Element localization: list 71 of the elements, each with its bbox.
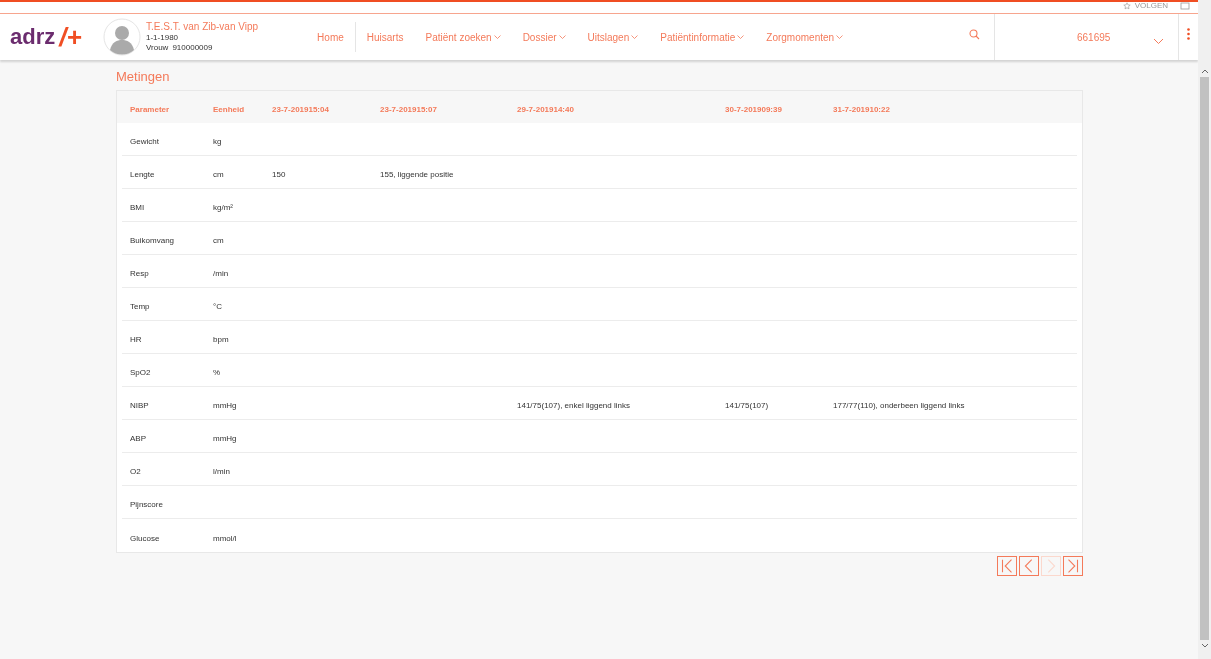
- patient-sex: Vrouw: [146, 43, 169, 54]
- follow-link[interactable]: VOLGEN: [1134, 2, 1168, 10]
- page-title: Metingen: [116, 70, 171, 83]
- nav-link[interactable]: Zorgmomenten: [755, 29, 855, 45]
- scrollbar[interactable]: [1198, 0, 1211, 659]
- logo-text: adrz: [10, 26, 56, 48]
- patient-id: 910000009: [172, 43, 213, 54]
- table-cell: 155, liggende positie: [380, 170, 454, 179]
- nav-link[interactable]: Home: [306, 29, 355, 45]
- table-cell: kg/m²: [213, 203, 233, 212]
- table-cell: ABP: [130, 434, 146, 443]
- scroll-down-icon[interactable]: [1200, 643, 1209, 649]
- table-cell: bpm: [213, 335, 229, 344]
- nav-link[interactable]: Patiëntinformatie: [649, 29, 756, 45]
- table-cell: Gewicht: [130, 137, 159, 146]
- table-cell: BMI: [130, 203, 145, 212]
- nav-link[interactable]: Patiënt zoeken: [414, 29, 512, 45]
- table-cell: Lengte: [130, 170, 155, 179]
- scroll-thumb[interactable]: [1200, 77, 1209, 640]
- patient-name[interactable]: T.E.S.T. van Zib-van Vipp: [146, 20, 259, 34]
- table-cell: Temp: [130, 302, 150, 311]
- table-cell: mmol/l: [213, 533, 237, 543]
- chevron-down-icon: [493, 35, 501, 39]
- column-header[interactable]: 31-7-201910:22: [833, 105, 890, 114]
- first-page-button[interactable]: [997, 556, 1017, 576]
- chevron-down-icon[interactable]: [1153, 38, 1164, 45]
- chevron-down-icon: [737, 35, 745, 39]
- window-icon[interactable]: [1180, 2, 1190, 10]
- more-icon[interactable]: [1187, 28, 1190, 40]
- chevron-down-icon: [631, 35, 639, 39]
- chevron-down-icon: [836, 35, 844, 39]
- table-cell: cm: [213, 170, 224, 179]
- logo-symbol: /+: [59, 24, 82, 50]
- table-cell: %: [213, 368, 221, 377]
- account-number[interactable]: 661695: [1077, 29, 1111, 45]
- nav-link[interactable]: Dossier: [511, 29, 577, 45]
- table-cell: °C: [213, 302, 222, 311]
- column-header[interactable]: 30-7-201909:39: [725, 105, 782, 114]
- table-cell: O2: [130, 467, 141, 476]
- table-cell: 177/77(110), onderbeen liggend links: [833, 401, 965, 410]
- column-header[interactable]: 23-7-201915:07: [380, 105, 437, 114]
- last-page-button[interactable]: [1063, 556, 1083, 576]
- nav-link[interactable]: Huisarts: [355, 29, 415, 45]
- column-header[interactable]: 23-7-201915:04: [272, 105, 329, 114]
- chevron-down-icon: [558, 35, 566, 39]
- patient-birthdate: 1-1-1980: [146, 33, 180, 44]
- nav-link[interactable]: Uitslagen: [576, 29, 650, 45]
- prev-page-button[interactable]: [1019, 556, 1039, 576]
- star-icon[interactable]: [1122, 2, 1131, 10]
- column-header[interactable]: 29-7-201914:40: [517, 105, 574, 114]
- table-cell: /min: [213, 269, 229, 278]
- table-cell: mmHg: [213, 401, 237, 410]
- table-cell: Buikomvang: [130, 236, 175, 245]
- table-cell: HR: [130, 335, 142, 344]
- table-cell: Pijnscore: [130, 500, 163, 509]
- search-icon[interactable]: [969, 28, 980, 40]
- avatar-icon: [103, 18, 141, 56]
- table-cell: cm: [213, 236, 224, 245]
- table-cell: Glucose: [130, 533, 160, 543]
- table-cell: Resp: [130, 269, 149, 278]
- table-cell: 141/75(107), enkel liggend links: [517, 401, 630, 410]
- table-cell: kg: [213, 137, 222, 146]
- table-cell: NIBP: [130, 401, 149, 410]
- table-cell: 141/75(107): [725, 401, 769, 410]
- column-header[interactable]: Eenheid: [213, 105, 245, 114]
- scroll-up-icon[interactable]: [1200, 68, 1209, 74]
- column-header[interactable]: Parameter: [130, 105, 170, 114]
- table-cell: SpO2: [130, 368, 151, 377]
- table-cell: 150: [272, 170, 286, 179]
- table-cell: mmHg: [213, 434, 237, 443]
- table-cell: l/min: [213, 467, 230, 476]
